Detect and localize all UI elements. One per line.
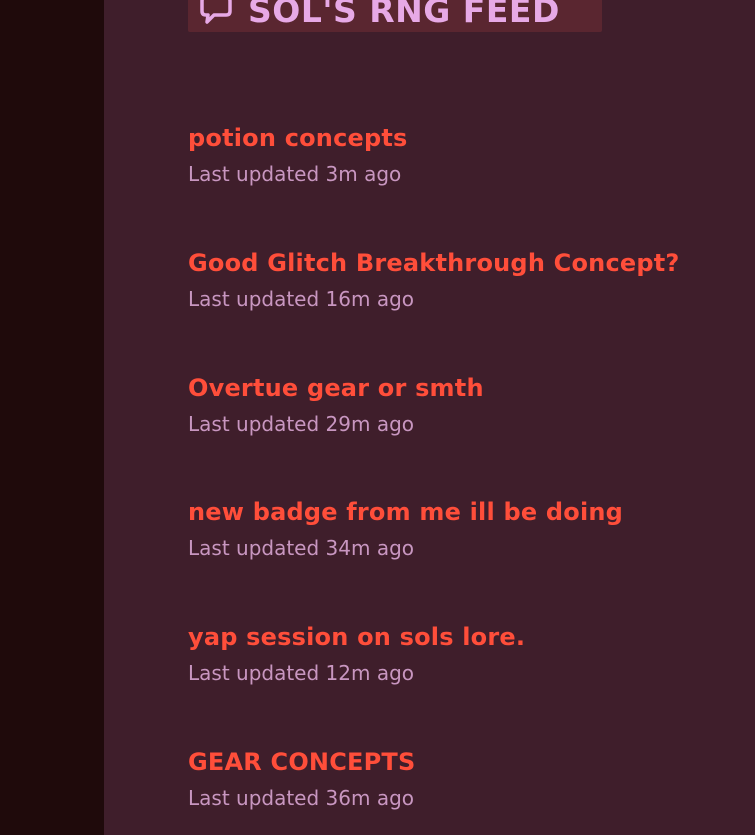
page-title: SOL'S RNG FEED [248, 0, 560, 30]
feed-item-title[interactable]: GEAR CONCEPTS [188, 744, 748, 780]
feed-item-updated: Last updated 29m ago [188, 411, 415, 436]
left-sidebar [0, 0, 104, 835]
feed-item-updated: Last updated 16m ago [188, 286, 415, 311]
feed-item-title[interactable]: Good Glitch Breakthrough Concept? [188, 245, 748, 281]
feed-item-updated: Last updated 3m ago [188, 162, 402, 186]
feed-item-title[interactable]: yap session on sols lore. [188, 619, 748, 655]
feed-item[interactable]: Overtue gear or smth Last updated 29m ag… [188, 370, 748, 495]
feed-panel: SOL'S RNG FEED potion concepts Last upda… [104, 0, 755, 835]
feed-item-updated: Last updated 36m ago [188, 785, 415, 810]
feed-item[interactable]: potion concepts Last updated 3m ago [188, 120, 748, 245]
feed-item-updated: Last updated 34m ago [188, 536, 415, 561]
feed-item[interactable]: Good Glitch Breakthrough Concept? Last u… [188, 245, 748, 370]
feed-item-title[interactable]: Overtue gear or smth [188, 370, 748, 406]
feed-item-title[interactable]: potion concepts [188, 120, 748, 156]
feed-item[interactable]: new badge from me ill be doing Last upda… [188, 494, 748, 619]
feed-item[interactable]: yap session on sols lore. Last updated 1… [188, 619, 748, 744]
feed-item-updated: Last updated 12m ago [188, 661, 415, 686]
feed-item-title[interactable]: new badge from me ill be doing [188, 494, 748, 530]
feed-header: SOL'S RNG FEED [188, 0, 602, 32]
feed-list: potion concepts Last updated 3m ago Good… [188, 120, 748, 835]
feed-item[interactable]: GEAR CONCEPTS Last updated 36m ago [188, 744, 748, 835]
chat-bubble-icon [198, 0, 234, 25]
